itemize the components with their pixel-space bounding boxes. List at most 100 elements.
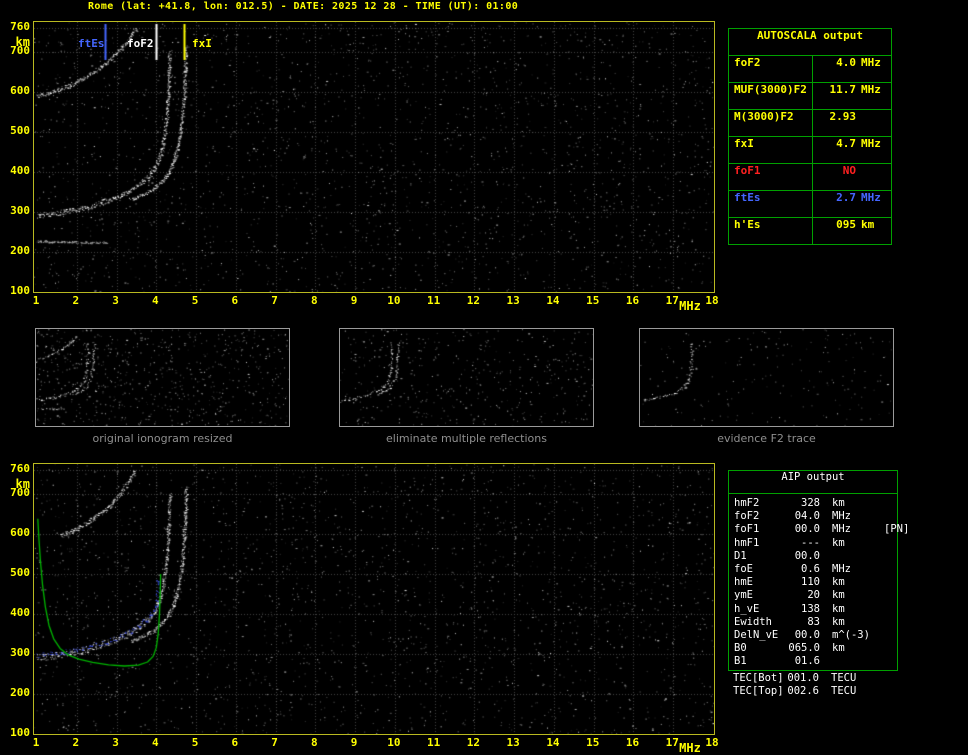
aip-param-unit: km: [832, 615, 845, 628]
x-tick-label: 9: [350, 294, 358, 307]
x-tick-label: 5: [191, 736, 199, 749]
main-ionogram-plot: ftEs foF2 fxI: [33, 21, 715, 293]
autoscala-row-value: 4.7 MHz: [813, 137, 891, 163]
autoscala-row-value: 11.7 MHz: [813, 83, 891, 109]
ftes-marker-label: ftEs: [78, 37, 105, 50]
scaled-ionogram-plot: [33, 463, 715, 735]
x-tick-label: 5: [191, 294, 199, 307]
autoscala-row: ftEs 2.7 MHz: [729, 190, 891, 217]
autoscala-value-unit: MHz: [861, 137, 881, 150]
x-tick-label: 11: [427, 294, 441, 307]
aip-param-name: foE: [734, 562, 753, 575]
autoscala-row-label: fxI: [729, 137, 813, 163]
aip-param-name: B0: [734, 642, 747, 655]
aip-param-name: foF2: [734, 510, 760, 523]
x-tick-label: 15: [586, 736, 600, 749]
aip-row: D1 00.0: [729, 550, 897, 563]
aip-param-flag: [878, 629, 897, 642]
aip-row: B1 01.6: [729, 655, 897, 668]
aip-param-value: 001.0: [787, 672, 819, 684]
autoscala-row: fxI 4.7 MHz: [729, 136, 891, 163]
tec-row: TEC[Top] 002.6 TECU: [728, 685, 896, 698]
y-tick-label: 200: [10, 686, 30, 699]
aip-param-name: hmF1: [734, 536, 760, 549]
y-tick-label: 760: [10, 20, 30, 33]
aip-param-name: Ewidth: [734, 615, 772, 628]
aip-param-name: DelN_vE: [734, 628, 779, 641]
aip-param-value: 110: [801, 576, 820, 589]
autoscala-row-label: h'Es: [729, 218, 813, 244]
aip-param-name: foF1: [734, 523, 760, 536]
x-tick-label: 1: [32, 736, 40, 749]
x-tick-label: 14: [546, 736, 560, 749]
aip-row: foF2 04.0 MHz: [729, 510, 897, 523]
aip-row: ymE 20 km: [729, 589, 897, 602]
aip-param-flag: [878, 655, 897, 668]
aip-param-value: 01.6: [794, 655, 820, 668]
x-tick-label: 14: [546, 294, 560, 307]
aip-row: h_vE 138 km: [729, 603, 897, 616]
aip-param-unit: MHz: [832, 562, 851, 575]
x-tick-label: 3: [112, 294, 119, 307]
aip-table-title: AIP output: [729, 471, 897, 494]
autoscala-value-unit: km: [861, 218, 875, 231]
y-tick-label: 200: [10, 244, 30, 257]
aip-row: hmE 110 km: [729, 576, 897, 589]
autoscala-row: foF2 4.0 MHz: [729, 56, 891, 82]
autoscala-row-label: ftEs: [729, 191, 813, 217]
y-tick-label: 300: [10, 204, 30, 217]
autoscala-value-number: 4.7: [836, 137, 856, 150]
autoscala-row: M(3000)F2 2.93: [729, 109, 891, 136]
y-tick-label: 600: [10, 84, 30, 97]
x-tick-label: 1: [32, 294, 40, 307]
y-tick-label: 500: [10, 566, 30, 579]
x-tick-label: 4: [151, 294, 159, 307]
aip-param-name: hmE: [734, 576, 753, 589]
aip-param-flag: [878, 576, 897, 589]
aip-row: hmF1 --- km: [729, 537, 897, 550]
autoscala-value-number: 2.93: [829, 110, 857, 123]
aip-param-unit: [820, 655, 878, 668]
thumbnail-caption-original: original ionogram resized: [92, 432, 233, 445]
y-tick-label: 300: [10, 646, 30, 659]
aip-param-unit: km: [832, 536, 845, 549]
autoscala-row-label: M(3000)F2: [729, 110, 813, 136]
aip-param-flag: [877, 685, 896, 698]
x-tick-label: 16: [625, 294, 640, 307]
x-tick-label: 9: [350, 736, 358, 749]
aip-param-name: TEC[Bot]: [733, 672, 784, 684]
y-axis-unit-label: km: [15, 35, 30, 49]
autoscala-row-value: NO: [813, 164, 891, 190]
aip-param-value: 00.0: [794, 628, 820, 641]
aip-table-rows: hmF2 328 km foF2 04.0 MHz foF1 00.0 MHz [PN] hmF1 -…: [729, 494, 909, 670]
aip-param-flag: [878, 497, 897, 510]
x-tick-label: 7: [271, 736, 278, 749]
autoscala-row-label: foF2: [729, 56, 813, 82]
main-ionogram-canvas: [34, 22, 714, 292]
y-tick-label: 400: [10, 606, 30, 619]
aip-param-unit: km: [832, 497, 845, 509]
aip-row: B0 065.0 km: [729, 642, 897, 655]
autoscala-value-unit: MHz: [861, 191, 881, 204]
aip-output-table: AIP output hmF2 328 km foF2 04.0 MHz foF1 00.0 M…: [728, 470, 909, 672]
autoscala-value-number: 095: [836, 218, 856, 231]
x-tick-label: 2: [72, 736, 80, 749]
autoscala-value-number: 11.7: [829, 83, 857, 96]
y-tick-label: 500: [10, 124, 30, 137]
aip-param-flag: [878, 589, 897, 602]
autoscala-row-value: 4.0 MHz: [813, 56, 891, 82]
autoscala-row-value: 2.93: [813, 110, 891, 136]
aip-param-unit: km: [832, 642, 845, 655]
autoscala-row-label: MUF(3000)F2: [729, 83, 813, 109]
x-tick-label: 13: [506, 294, 520, 307]
autoscala-row: MUF(3000)F2 11.7 MHz: [729, 82, 891, 109]
aip-param-name: B1: [734, 655, 747, 668]
aip-param-unit: TECU: [831, 685, 857, 698]
x-tick-label: 10: [387, 736, 401, 749]
x-tick-label: 13: [506, 736, 520, 749]
x-tick-label: 12: [466, 736, 481, 749]
x-tick-label: 12: [466, 294, 481, 307]
x-tick-label: 15: [586, 294, 600, 307]
autoscala-value-unit: MHz: [861, 56, 881, 69]
aip-param-flag: [878, 550, 897, 563]
